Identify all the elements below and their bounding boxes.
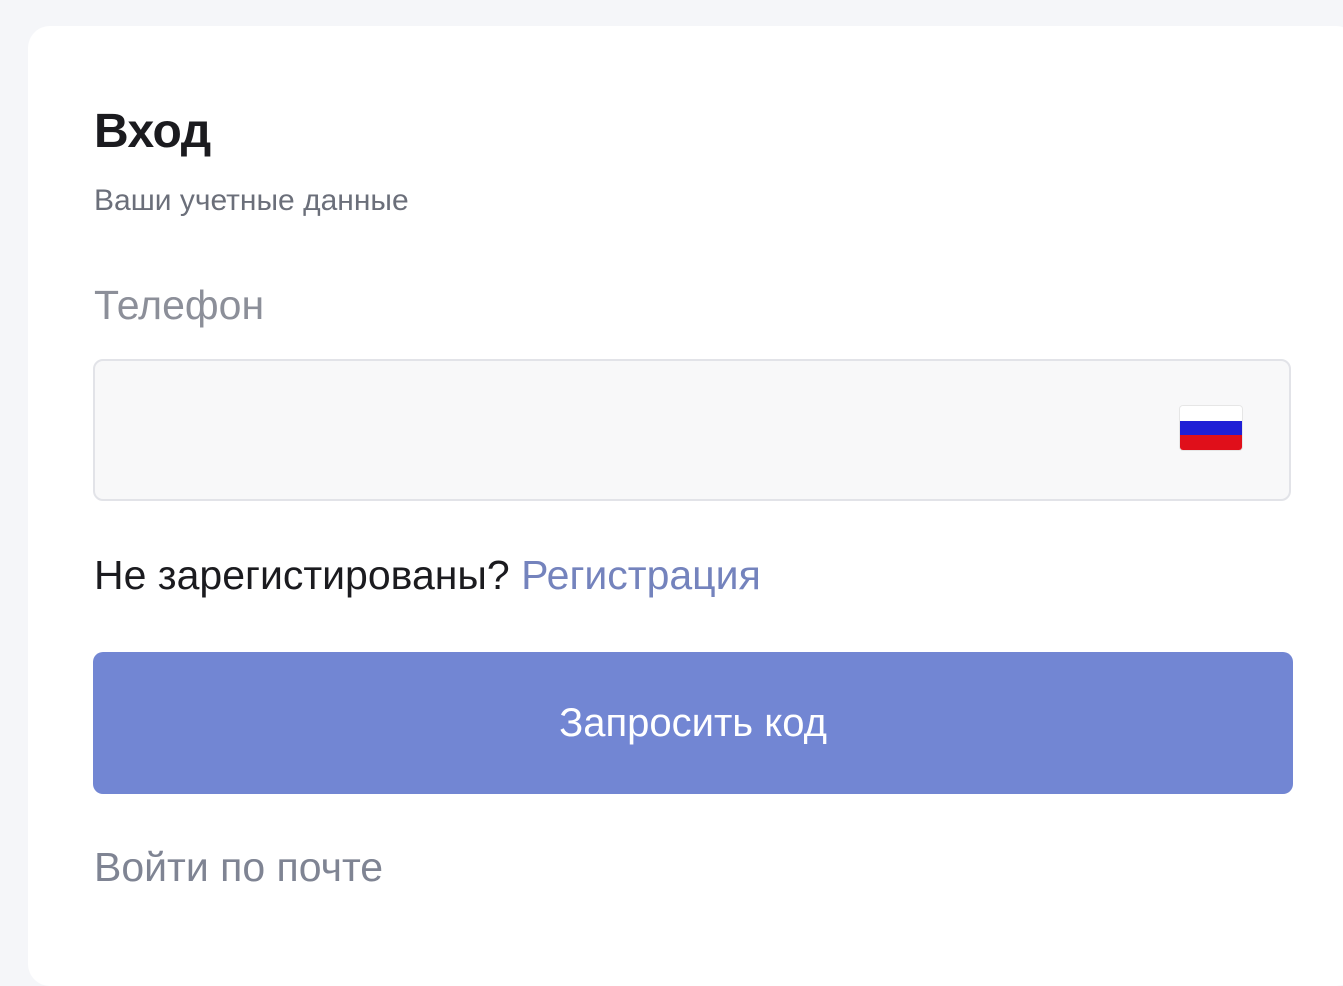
page-subtitle: Ваши учетные данные — [94, 184, 409, 217]
register-prompt: Не зарегистированы? Регистрация — [94, 550, 761, 600]
login-by-email-link[interactable]: Войти по почте — [94, 842, 383, 892]
page-title: Вход — [94, 105, 211, 158]
russia-flag-icon[interactable] — [1180, 406, 1242, 450]
request-code-button[interactable]: Запросить код — [93, 652, 1293, 794]
register-link[interactable]: Регистрация — [521, 552, 761, 598]
phone-field[interactable] — [93, 359, 1291, 501]
not-registered-text: Не зарегистированы? — [94, 552, 510, 598]
phone-label: Телефон — [94, 282, 265, 328]
phone-input[interactable] — [95, 361, 1289, 499]
